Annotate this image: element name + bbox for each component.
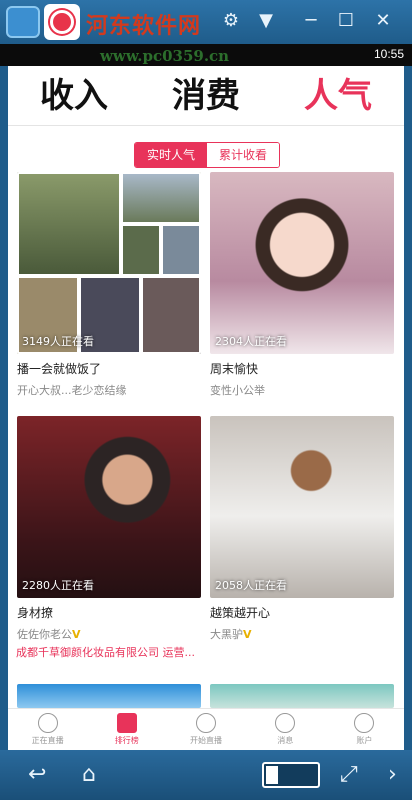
tab-popularity[interactable]: 人气 (272, 66, 404, 125)
popularity-segment: 实时人气 累计收看 (134, 142, 280, 168)
start-live-icon (196, 713, 216, 733)
live-card[interactable]: 2304人正在看 周末愉快 变性小公举 (210, 172, 394, 398)
live-card[interactable]: 3149人正在看 播一会就做饭了 开心大叔...老少恋结缘 (17, 172, 201, 398)
viewer-count: 3149人正在看 (22, 335, 94, 348)
status-time: 10:55 (373, 47, 404, 61)
watermark-text: 河东软件网 (86, 13, 202, 39)
nav-account[interactable]: 账户 (325, 709, 404, 750)
emulator-bottom-bar: ↩ ⌂ ⤢ › (0, 750, 412, 800)
live-thumbnail[interactable]: 2058人正在看 (210, 416, 394, 598)
ranking-icon (116, 713, 137, 733)
viewer-count: 2058人正在看 (215, 579, 287, 592)
host-name-text: 大黑驴 (210, 628, 243, 641)
host-name: 佐佐你老公V (17, 626, 201, 642)
home-icon[interactable]: ⌂ (82, 763, 96, 787)
live-thumbnail[interactable]: 2304人正在看 (210, 172, 394, 354)
live-icon (37, 713, 58, 733)
next-icon[interactable]: › (388, 763, 397, 787)
stream-title: 身材撩 (17, 606, 54, 620)
host-name: 变性小公举 (210, 384, 265, 397)
emulator-logo-icon (6, 6, 40, 38)
live-thumbnail[interactable]: 2280人正在看 (17, 416, 201, 598)
live-thumbnail[interactable] (210, 684, 394, 708)
nav-label: 排行榜 (114, 736, 139, 745)
vip-badge: V (72, 628, 81, 641)
nav-label: 正在直播 (31, 736, 64, 745)
host-name-text: 佐佐你老公 (17, 628, 72, 641)
nav-start-live[interactable]: 开始直播 (166, 709, 245, 750)
nav-message[interactable]: 消息 (246, 709, 325, 750)
nav-label: 消息 (277, 736, 294, 745)
stream-title: 周末愉快 (210, 362, 259, 376)
segment-cumulative[interactable]: 累计收看 (207, 143, 279, 167)
host-name: 开心大叔...老少恋结缘 (17, 384, 127, 397)
segment-realtime[interactable]: 实时人气 (135, 143, 207, 167)
fullscreen-icon[interactable]: ⤢ (340, 763, 358, 787)
watermark-url: www.pc0359.cn (100, 47, 230, 65)
bottom-navigation: 正在直播 排行榜 开始直播 消息 账户 (8, 708, 404, 750)
tab-spending[interactable]: 消费 (140, 66, 272, 125)
keyboard-icon[interactable] (262, 762, 320, 788)
promo-text[interactable]: 成都千草御颜化妆品有限公司 运营... (16, 644, 195, 660)
live-thumbnail[interactable] (17, 684, 201, 708)
menu-icon[interactable]: ▼ (255, 10, 277, 32)
vip-badge: V (243, 628, 252, 641)
settings-icon[interactable]: ⚙ (220, 10, 242, 32)
nav-label: 账户 (356, 736, 373, 745)
back-icon[interactable]: ↩ (28, 763, 46, 787)
live-thumbnail[interactable]: 3149人正在看 (17, 172, 201, 354)
close-icon[interactable]: ✕ (372, 10, 394, 32)
account-icon (354, 713, 375, 733)
app-screen: 收入 消费 人气 实时人气 累计收看 3149人正在看 播一会就做饭了 开心大叔… (8, 66, 404, 750)
app-icon[interactable] (44, 4, 80, 40)
leaderboard-tabs: 收入 消费 人气 (8, 66, 404, 126)
live-card[interactable]: 2280人正在看 身材撩 佐佐你老公V (17, 416, 201, 642)
viewer-count: 2280人正在看 (22, 579, 94, 592)
nav-label: 开始直播 (190, 736, 222, 745)
host-name: 大黑驴V (210, 626, 394, 642)
tab-income[interactable]: 收入 (8, 66, 140, 125)
nav-live[interactable]: 正在直播 (8, 709, 87, 750)
viewer-count: 2304人正在看 (215, 335, 287, 348)
stream-title: 播一会就做饭了 (17, 362, 102, 376)
message-icon (275, 713, 296, 733)
restore-icon[interactable]: ☐ (335, 10, 357, 32)
emulator-toolbar: 河东软件网 ⚙ ▼ ─ ☐ ✕ (0, 0, 412, 44)
live-card[interactable]: 2058人正在看 越策越开心 大黑驴V (210, 416, 394, 642)
stream-title: 越策越开心 (210, 606, 271, 620)
minimize-icon[interactable]: ─ (300, 10, 322, 32)
nav-ranking[interactable]: 排行榜 (87, 709, 166, 750)
